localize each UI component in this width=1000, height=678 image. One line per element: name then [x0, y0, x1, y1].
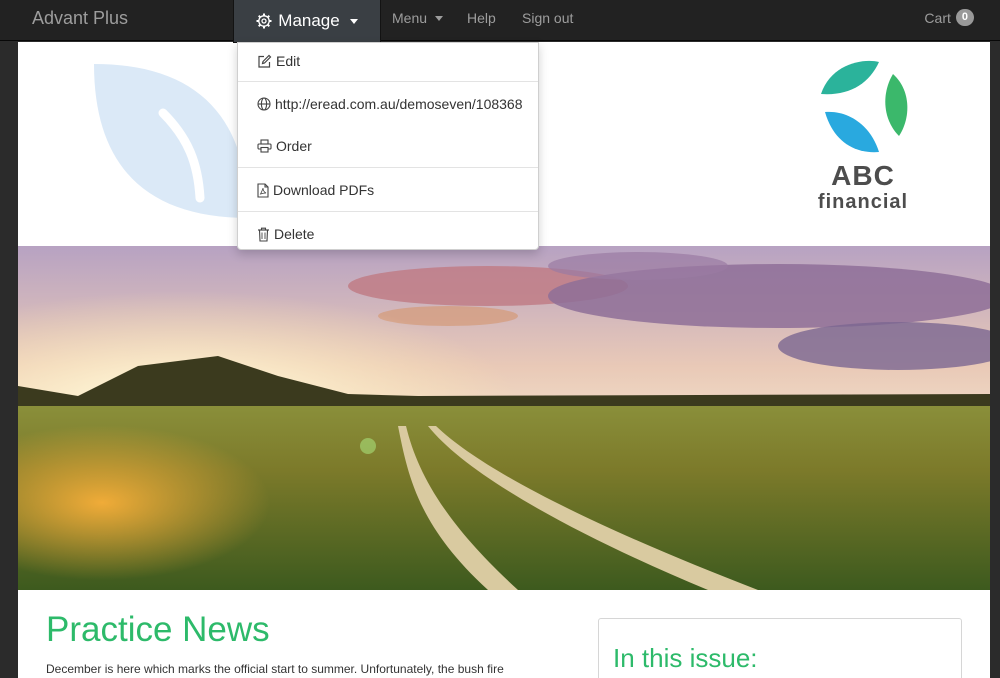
top-navbar: Advant Plus Manage Menu Help Sign out Ca… — [0, 0, 1000, 43]
printer-icon — [257, 139, 272, 153]
menu-item-order[interactable]: Order — [238, 133, 538, 159]
menu-item-delete[interactable]: Delete — [238, 221, 538, 247]
trash-icon — [258, 227, 269, 242]
pdf-file-icon — [257, 182, 269, 198]
menu-item-label: Order — [276, 138, 312, 154]
in-this-issue-title: In this issue: — [613, 643, 758, 673]
menu-divider — [238, 81, 538, 82]
menu-dropdown-toggle[interactable]: Menu — [392, 10, 444, 26]
menu-divider — [238, 167, 538, 168]
sign-out-label: Sign out — [522, 10, 574, 26]
menu-divider — [238, 211, 538, 212]
chevron-down-icon — [435, 15, 444, 21]
menu-item-label: Edit — [276, 53, 301, 69]
practice-news-section: Practice News December is here which mar… — [46, 608, 566, 676]
cart-label: Cart — [924, 9, 951, 26]
abc-financial-logo: ABC financial — [808, 56, 918, 213]
sign-out-link[interactable]: Sign out — [522, 10, 573, 26]
manage-dropdown-menu: Edit http://eread.com.au/demoseven/10836… — [237, 42, 539, 250]
manage-label: Manage — [278, 11, 340, 30]
page-title: Practice News — [46, 610, 270, 649]
hero-landscape-image — [18, 246, 990, 590]
chevron-down-icon — [349, 18, 358, 24]
menu-item-url[interactable]: http://eread.com.au/demoseven/108368 — [238, 91, 538, 117]
menu-item-edit[interactable]: Edit — [238, 48, 538, 74]
pencil-square-icon — [258, 54, 272, 68]
menu-item-label: http://eread.com.au/demoseven/108368 — [275, 96, 523, 112]
in-this-issue-panel: In this issue: — [598, 618, 962, 678]
menu-item-label: Download PDFs — [273, 182, 375, 198]
logo-text-financial: financial — [817, 191, 909, 213]
help-label: Help — [467, 10, 496, 26]
intro-paragraph: December is here which marks the officia… — [46, 662, 504, 676]
watermark-leaf-icon — [94, 64, 248, 218]
help-link[interactable]: Help — [467, 10, 496, 26]
manage-menu-button[interactable]: Manage — [233, 0, 381, 43]
brand-link[interactable]: Advant Plus — [32, 8, 128, 29]
menu-label: Menu — [392, 10, 428, 26]
menu-item-download-pdfs[interactable]: Download PDFs — [238, 177, 538, 203]
menu-item-label: Delete — [274, 226, 315, 242]
gear-icon — [256, 13, 272, 29]
logo-leaves-icon — [821, 60, 908, 153]
cart-count-badge: 0 — [955, 9, 974, 26]
globe-icon — [257, 97, 271, 111]
logo-text-abc: ABC — [831, 160, 895, 191]
cart-link[interactable]: Cart 0 — [924, 9, 974, 26]
